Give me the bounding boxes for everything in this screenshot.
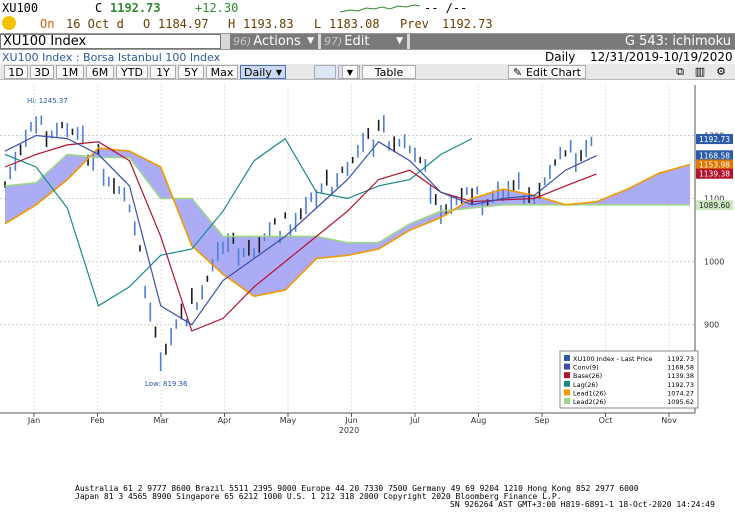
edit-chart-label: Edit Chart (525, 66, 581, 79)
bid-ask: -- /-- (424, 1, 468, 15)
legend-name: Lag(26) (573, 381, 598, 389)
last-price: 1192.73 (110, 1, 161, 15)
legend-value: 1168.58 (667, 364, 694, 372)
legend-swatch (564, 398, 570, 404)
range-6m[interactable]: 6M (86, 65, 114, 79)
range-1y[interactable]: 1Y (150, 65, 176, 79)
pencil-icon: ✎ (513, 66, 523, 79)
x-tick-label: Nov (661, 416, 677, 425)
range-toolbar: 1D 3D 1M 6M YTD 1Y 5Y Max Daily ▼ ▼ Tabl… (0, 64, 735, 80)
alert-icon[interactable] (2, 16, 16, 30)
legend-name: Lead1(26) (573, 389, 606, 397)
security-field[interactable]: XU100 Index (0, 34, 221, 49)
x-axis-label: 2020 (339, 426, 359, 435)
chart-id: G 543: ichimoku (410, 34, 735, 49)
high-label: H (228, 17, 236, 31)
axis-tag-label: 1192.73 (699, 135, 730, 144)
legend-value: 1192.73 (667, 381, 694, 389)
x-tick-label: Jun (344, 416, 358, 425)
on-label: On (40, 17, 55, 31)
axis-tag-label: 1168.58 (699, 151, 730, 160)
legend-swatch (564, 389, 570, 396)
x-tick-label: Oct (599, 416, 613, 425)
x-tick-label: Feb (90, 416, 104, 425)
chevron-down-icon[interactable]: ▼ (342, 65, 358, 79)
chart-style-icon[interactable]: ▥ (692, 65, 708, 79)
legend-name: Conv(9) (573, 364, 599, 372)
legend-name: XU100 Index - Last Price (573, 355, 653, 363)
x-tick-label: Aug (471, 416, 487, 425)
date-range: 12/31/2019-10/19/2020 (590, 50, 733, 64)
low-value: 1183.08 (329, 17, 380, 31)
legend-swatch (564, 363, 570, 370)
chevron-down-icon: ▼ (307, 36, 314, 46)
table-button[interactable]: Table (362, 65, 416, 79)
open-value: 1184.97 (158, 17, 209, 31)
ichimoku-chart: 900100011001200JanFebMarAprMayJunJulAugS… (0, 85, 733, 435)
legend-name: Lead2(26) (573, 398, 606, 406)
chevron-down-icon: ▼ (275, 68, 282, 77)
range-3d[interactable]: 3D (30, 65, 54, 79)
legend-swatch (564, 380, 570, 387)
x-tick-label: Jan (27, 416, 40, 425)
frequency-select[interactable]: Daily ▼ (240, 65, 286, 79)
edit-number: 97) (324, 35, 343, 48)
zoom-icon[interactable]: ⧉ (672, 65, 688, 79)
chevron-down-icon: ▼ (396, 36, 403, 46)
edit-button[interactable]: 97) Edit ▼ (321, 34, 407, 49)
x-tick-label: Mar (153, 416, 169, 425)
range-ytd[interactable]: YTD (116, 65, 148, 79)
x-tick-label: Sep (534, 416, 549, 425)
ticker[interactable]: XU100 (2, 1, 38, 15)
chart-subheader: XU100 Index : Borsa Istanbul 100 Index D… (0, 50, 735, 64)
prev-label: Prev (400, 17, 429, 31)
footer-session: SN 926264 AST GMT+3:00 H819-6891-1 18-Oc… (450, 500, 715, 509)
legend-value: 1074.27 (667, 389, 694, 397)
high-value: 1193.83 (243, 17, 294, 31)
actions-label: Actions (253, 34, 301, 49)
period-label: Daily (545, 50, 576, 64)
frequency-label: Daily (244, 66, 272, 79)
legend-value: 1139.38 (667, 372, 694, 380)
range-1d[interactable]: 1D (4, 65, 28, 79)
legend-swatch (564, 372, 570, 379)
low-label: L (314, 17, 322, 31)
settings-icon[interactable]: ⚙ (712, 65, 730, 79)
low-annotation: Low: 819.36 (145, 380, 188, 388)
legend-value: 1095.62 (667, 398, 694, 406)
edit-label: Edit (344, 34, 370, 49)
hi-annotation: Hi: 1245.37 (27, 97, 68, 105)
range-5y[interactable]: 5Y (178, 65, 204, 79)
x-tick-label: Jul (409, 416, 420, 425)
ohlc-bar: On 16 Oct d O 1184.97 H 1193.83 L 1183.0… (0, 16, 735, 33)
y-tick-label: 900 (704, 321, 719, 330)
axis-tag-label: 1139.38 (699, 170, 730, 179)
sparkline (340, 4, 420, 13)
net-change: +12.30 (195, 1, 239, 15)
axis-tag-label: 1089.60 (699, 201, 730, 210)
legend: XU100 Index - Last Price 1192.73 Conv(9) 11… (559, 350, 699, 409)
close-label: C (95, 1, 103, 15)
quote-date: 16 Oct d (66, 17, 124, 31)
actions-number: 96) (233, 35, 252, 48)
axis-tag-label: 1153.98 (699, 160, 730, 169)
legend-value: 1192.73 (667, 355, 694, 363)
open-label: O (143, 17, 151, 31)
actions-button[interactable]: 96) Actions ▼ (230, 34, 318, 49)
y-tick-label: 1000 (704, 258, 724, 267)
range-1m[interactable]: 1M (56, 65, 84, 79)
line-chart-icon[interactable] (314, 65, 336, 79)
chart-subtitle: XU100 Index : Borsa Istanbul 100 Index (2, 51, 221, 64)
x-tick-label: May (280, 416, 297, 425)
legend-name: Base(26) (573, 372, 602, 380)
range-max[interactable]: Max (206, 65, 238, 79)
legend-swatch (564, 355, 570, 361)
command-bar: XU100 Index 96) Actions ▼ 97) Edit ▼ G 543… (0, 33, 735, 50)
edit-chart-button[interactable]: ✎ Edit Chart (508, 65, 586, 79)
x-tick-label: Apr (218, 416, 233, 425)
prev-value: 1192.73 (442, 17, 493, 31)
